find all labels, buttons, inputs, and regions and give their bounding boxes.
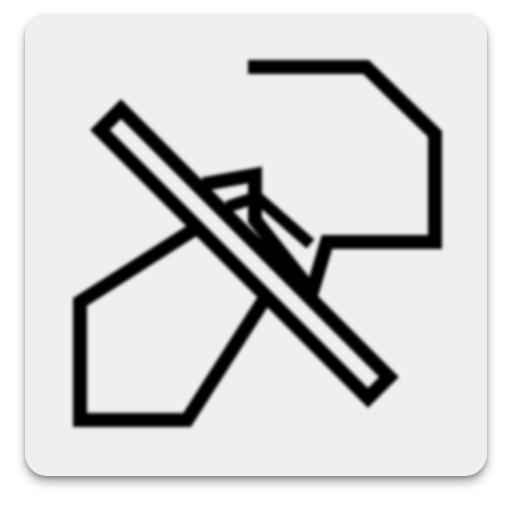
hex-nut-icon xyxy=(201,60,442,307)
disabled-tool-icon xyxy=(73,60,442,427)
app-icon[interactable] xyxy=(0,0,512,512)
